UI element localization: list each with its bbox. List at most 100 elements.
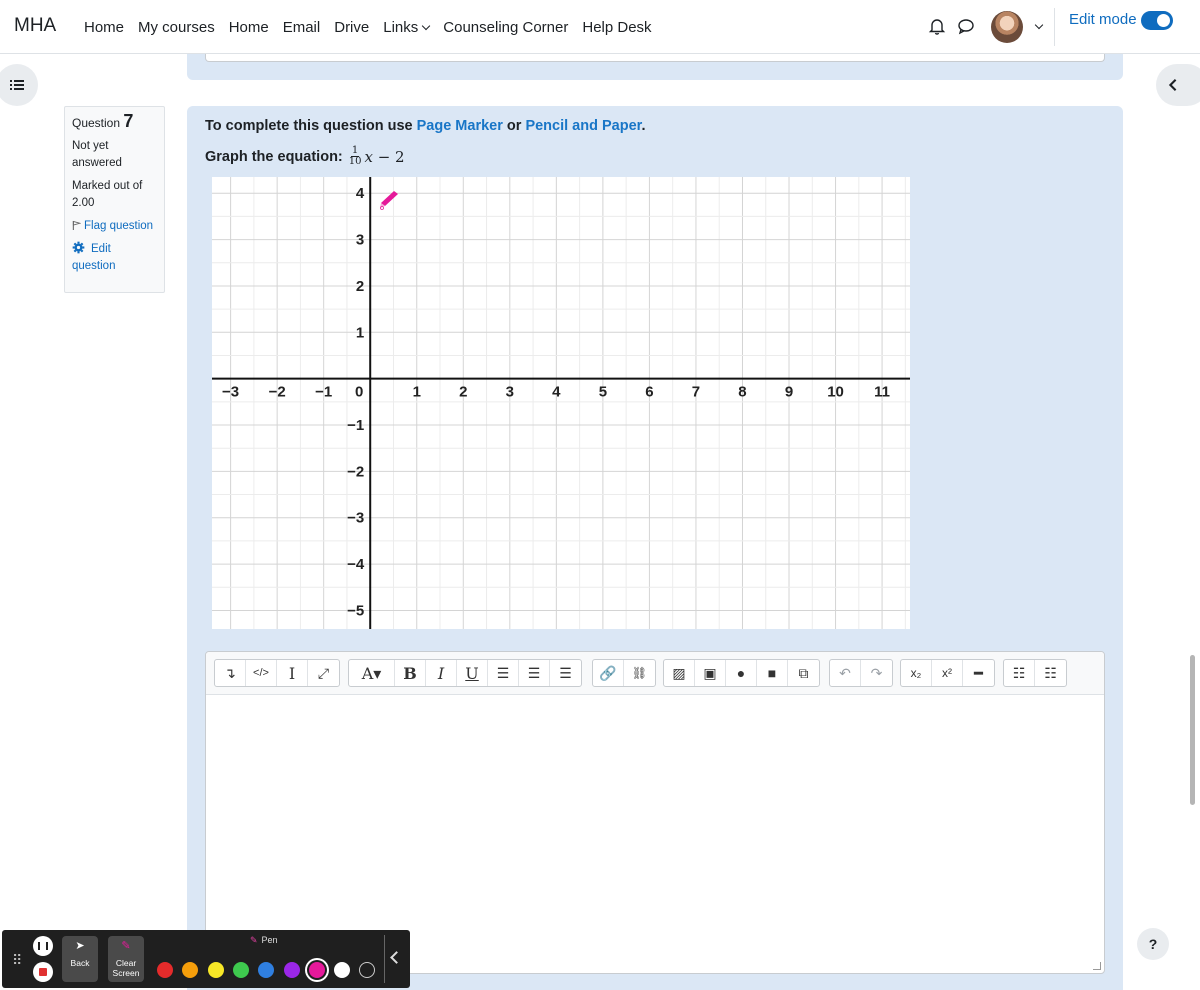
- question-info: Question 7 Not yet answered Marked out o…: [64, 106, 165, 293]
- color-swatch[interactable]: [258, 962, 275, 978]
- redo-icon[interactable]: ↷: [861, 660, 892, 686]
- x-tick-label: 1: [413, 384, 421, 401]
- back-button[interactable]: ➤ Back: [62, 936, 98, 982]
- media-icon[interactable]: ▣: [695, 660, 726, 686]
- color-swatch[interactable]: [207, 962, 224, 978]
- color-swatch[interactable]: [308, 962, 325, 978]
- x-tick-label: 5: [599, 384, 607, 401]
- color-swatch[interactable]: [334, 962, 351, 978]
- stop-icon[interactable]: [33, 962, 53, 982]
- align-right-icon[interactable]: ☰: [550, 660, 581, 686]
- page-marker-link[interactable]: Page Marker: [417, 118, 503, 134]
- grid-background: [212, 177, 910, 629]
- clear-screen-label: Clear Screen: [112, 958, 140, 978]
- pause-icon[interactable]: [33, 936, 53, 956]
- x-tick-label: 10: [827, 384, 844, 401]
- y-tick-label: 4: [356, 185, 365, 202]
- nav-counseling-corner[interactable]: Counseling Corner: [436, 19, 575, 36]
- resize-handle-icon[interactable]: [1093, 962, 1101, 970]
- superscript-icon[interactable]: x²: [932, 660, 963, 686]
- toolbar-group-media: ▨ ▣ ● ■ ⧉: [663, 659, 820, 687]
- pen-label-text: Pen: [261, 935, 278, 945]
- y-tick-label: 1: [356, 324, 364, 341]
- text-cursor-icon[interactable]: I: [277, 660, 308, 686]
- color-swatch[interactable]: [182, 962, 199, 978]
- flag-icon: [72, 220, 82, 230]
- color-swatch[interactable]: [359, 962, 376, 978]
- video-camera-icon[interactable]: ■: [757, 660, 788, 686]
- course-index-toggle[interactable]: [0, 64, 38, 106]
- drag-handle-icon[interactable]: ⠿: [12, 952, 22, 969]
- chat-bubble-icon[interactable]: [957, 17, 975, 35]
- x-tick-label: 7: [692, 384, 700, 401]
- fullscreen-icon[interactable]: ⤢: [308, 660, 339, 686]
- nav-links-dropdown[interactable]: Links: [376, 19, 436, 36]
- user-menu-chevron-icon[interactable]: [1034, 20, 1044, 30]
- horizontal-rule-icon[interactable]: ━: [963, 660, 994, 686]
- user-avatar[interactable]: [991, 11, 1023, 43]
- link-icon[interactable]: 🔗: [593, 660, 624, 686]
- back-label: Back: [70, 958, 90, 968]
- collapse-toolbar-icon[interactable]: [390, 951, 403, 964]
- bold-icon[interactable]: B: [395, 660, 426, 686]
- pen-tool-label: ✎ Pen: [250, 935, 278, 946]
- align-left-icon[interactable]: ☰: [488, 660, 519, 686]
- nav-home[interactable]: Home: [77, 19, 131, 36]
- page-scrollbar[interactable]: [1190, 655, 1195, 805]
- coordinate-grid[interactable]: −3 −2 −1 0 1 2 3 4 5 6 7 8 9 10 11 4 3 2 1 −1 −2 −3 −4 −5: [212, 177, 910, 629]
- x-tick-label: −1: [315, 384, 332, 401]
- pencil-and-paper-link[interactable]: Pencil and Paper: [525, 118, 641, 134]
- ordered-list-icon[interactable]: ☷: [1035, 660, 1066, 686]
- edit-mode-toggle[interactable]: [1141, 11, 1173, 30]
- nav-drive[interactable]: Drive: [327, 19, 376, 36]
- nav-my-courses[interactable]: My courses: [131, 19, 222, 36]
- toolbar-group-script: x₂ x² ━: [900, 659, 995, 687]
- subscript-icon[interactable]: x₂: [901, 660, 932, 686]
- nav-home-2[interactable]: Home: [222, 19, 276, 36]
- bell-icon[interactable]: [928, 17, 946, 35]
- help-button[interactable]: ?: [1137, 928, 1169, 960]
- equation-label: Graph the equation:: [205, 148, 343, 165]
- paragraph-style-icon[interactable]: A▾: [349, 660, 395, 686]
- flag-question-link[interactable]: Flag question: [72, 218, 157, 235]
- previous-answer-editor[interactable]: [205, 54, 1105, 62]
- primary-nav: Home My courses Home Email Drive Links C…: [77, 0, 659, 54]
- unordered-list-icon[interactable]: ☷: [1004, 660, 1035, 686]
- edit-question-link[interactable]: Edit question: [72, 241, 157, 275]
- color-swatch[interactable]: [283, 962, 300, 978]
- show-more-buttons-icon[interactable]: ↴: [215, 660, 246, 686]
- x-tick-label: 8: [738, 384, 746, 401]
- site-brand[interactable]: MHA: [14, 15, 56, 37]
- image-icon[interactable]: ▨: [664, 660, 695, 686]
- html-source-icon[interactable]: </>: [246, 660, 277, 686]
- x-tick-label: 4: [552, 384, 561, 401]
- instr-prefix: To complete this question use: [205, 118, 413, 134]
- flag-question-label: Flag question: [84, 220, 154, 232]
- block-drawer-toggle[interactable]: [1156, 64, 1200, 106]
- gear-icon: [72, 241, 85, 254]
- italic-icon[interactable]: I: [426, 660, 457, 686]
- underline-icon[interactable]: U: [457, 660, 488, 686]
- manage-files-icon[interactable]: ⧉: [788, 660, 819, 686]
- x-tick-label: 9: [785, 384, 793, 401]
- y-tick-label: −1: [347, 417, 364, 434]
- unlink-icon[interactable]: ⛓: [624, 660, 655, 686]
- answer-editor[interactable]: ↴ </> I ⤢ A▾ B I U ☰ ☰ ☰ 🔗 ⛓ ▨ ▣ ● ■ ⧉ ↶…: [205, 651, 1105, 974]
- undo-icon[interactable]: ↶: [830, 660, 861, 686]
- toolbar-group-format: A▾ B I U ☰ ☰ ☰: [348, 659, 582, 687]
- y-tick-label: −4: [347, 556, 365, 573]
- color-swatch[interactable]: [232, 962, 249, 978]
- instr-or: or: [506, 118, 522, 134]
- eraser-icon: ✎: [121, 940, 131, 952]
- question-instructions: To complete this question use Page Marke…: [205, 118, 646, 134]
- equation-variable: x: [364, 147, 373, 166]
- align-center-icon[interactable]: ☰: [519, 660, 550, 686]
- microphone-icon[interactable]: ●: [726, 660, 757, 686]
- clear-screen-button[interactable]: ✎ Clear Screen: [108, 936, 144, 982]
- color-swatch[interactable]: [157, 962, 173, 978]
- nav-help-desk[interactable]: Help Desk: [575, 19, 658, 36]
- nav-email[interactable]: Email: [276, 19, 328, 36]
- x-tick-label: −3: [222, 384, 239, 401]
- x-tick-label: 6: [645, 384, 653, 401]
- question-label: Question: [72, 116, 121, 130]
